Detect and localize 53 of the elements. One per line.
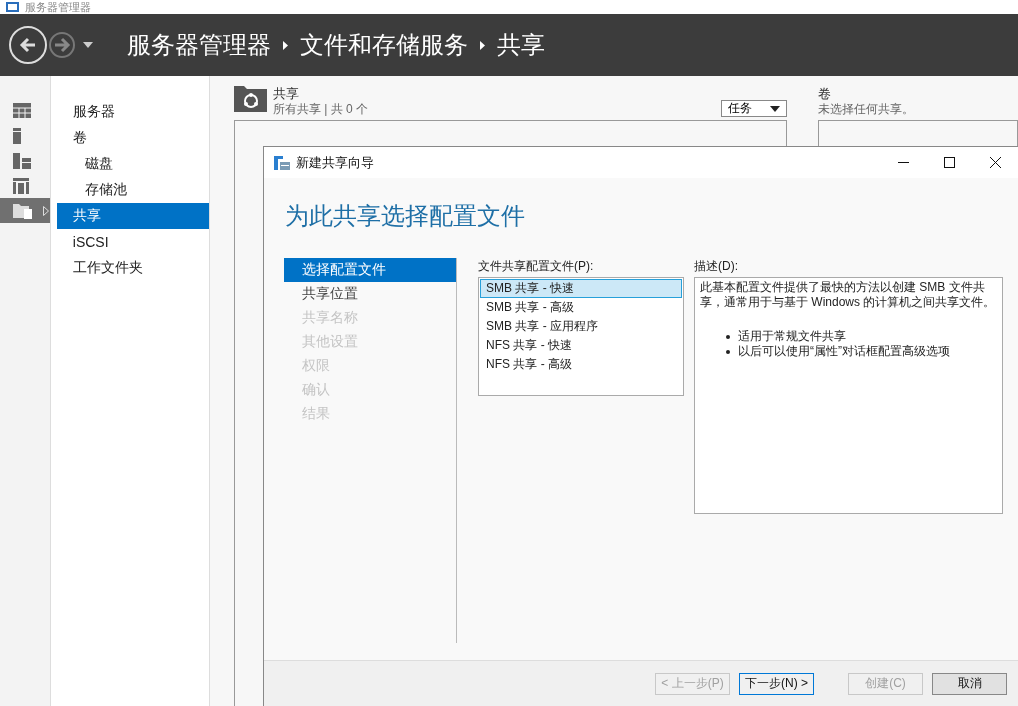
bullet-item: 适用于常规文件共享 [738, 329, 846, 344]
wizard-icon [274, 155, 290, 170]
chevron-icon [480, 40, 485, 50]
wizard-step[interactable]: 选择配置文件 [284, 258, 456, 282]
sidebar-item[interactable]: 服务器 [56, 99, 209, 125]
window-title: 服务器管理器 [25, 1, 91, 13]
left-arrow-icon [19, 36, 37, 54]
list-item[interactable]: SMB 共享 - 应用程序 [480, 317, 682, 336]
sidebar-item[interactable]: 工作文件夹 [56, 255, 209, 281]
storage-icon [13, 152, 31, 169]
sidebar-item[interactable]: 共享 [56, 203, 209, 229]
breadcrumb-item[interactable]: 服务器管理器 [127, 29, 271, 61]
bullet-item: 以后可以使用“属性”对话框配置高级选项 [738, 344, 950, 359]
dialog-button[interactable]: 下一步(N) > [739, 672, 814, 695]
pool-icon [13, 177, 29, 194]
share-folder-icon [234, 86, 267, 112]
maximize-icon [943, 157, 955, 168]
list-item[interactable]: SMB 共享 - 高级 [480, 298, 682, 317]
wizard-step[interactable]: 共享位置 [284, 282, 456, 306]
bullet-icon [726, 334, 730, 339]
panel-subtitle: 所有共享 | 共 0 个 [273, 101, 369, 117]
rail-item[interactable] [0, 198, 50, 223]
sidebar-item[interactable]: 卷 [56, 125, 209, 151]
sidebar-item[interactable]: 存储池 [56, 177, 209, 203]
back-button[interactable] [9, 26, 47, 64]
dialog-button[interactable]: 取消 [932, 672, 1007, 695]
dialog-title: 新建共享向导 [296, 153, 374, 172]
page-heading: 为此共享选择配置文件 [284, 201, 526, 231]
panel-title: 共享 [273, 86, 300, 101]
grid-icon [13, 103, 31, 118]
panel-subtitle: 未选择任何共享。 [818, 101, 914, 117]
profile-list[interactable]: SMB 共享 - 快速 SMB 共享 - 高级 SMB 共享 - 应用程序 NFS 共享 - 快速 NFS 共享 - 高级 [478, 277, 684, 396]
field-label: 文件共享配置文件(P): [478, 258, 595, 275]
bullet-icon [726, 349, 730, 354]
folder-icon [13, 202, 33, 219]
field-label: 描述(D): [694, 258, 739, 275]
tasks-dropdown[interactable]: 任务 [721, 100, 787, 117]
description-text: 此基本配置文件提供了最快的方法以创建 SMB 文件共享，通常用于与基于 Windows 的计算机之间共享文件。 [700, 280, 997, 310]
right-arrow-icon [53, 36, 71, 54]
list-item[interactable]: SMB 共享 - 快速 [480, 279, 682, 298]
dropdown-caret-icon[interactable] [83, 42, 93, 48]
list-item[interactable]: NFS 共享 - 高级 [480, 355, 682, 374]
breadcrumb-item[interactable]: 共享 [497, 29, 545, 61]
panel-title: 卷 [818, 86, 832, 101]
close-icon [989, 157, 1001, 168]
caret-icon [770, 105, 780, 112]
sidebar-item[interactable]: iSCSI [56, 229, 209, 255]
chevron-icon [283, 40, 288, 50]
sidebar-item[interactable]: 磁盘 [56, 151, 209, 177]
minimize-icon [897, 162, 909, 163]
server-icon [13, 127, 21, 144]
list-item[interactable]: NFS 共享 - 快速 [480, 336, 682, 355]
breadcrumb-item[interactable]: 文件和存储服务 [300, 29, 468, 61]
